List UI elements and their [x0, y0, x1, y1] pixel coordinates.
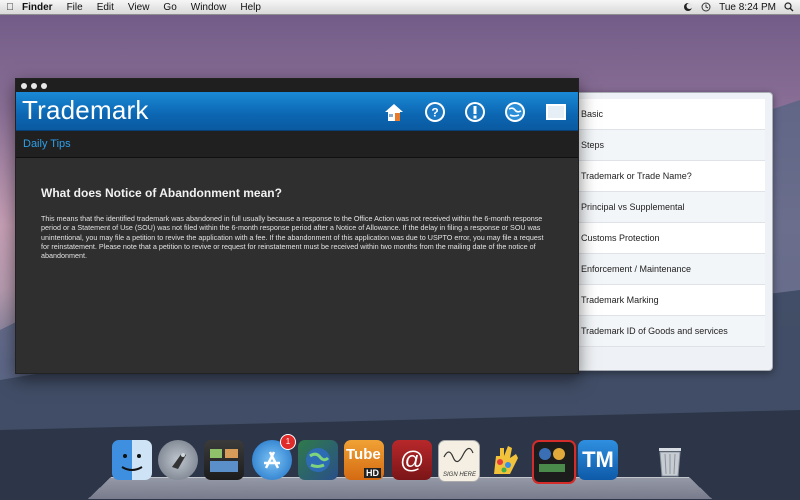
list-item[interactable]: Customs Protection [577, 223, 765, 254]
app-title: Trademark [22, 95, 149, 125]
list-item[interactable]: Trademark Marking [577, 285, 765, 316]
dock: 1 Tube HD @ SIGN HERE TM [0, 434, 800, 500]
tip-content: What does Notice of Abandonment mean? Th… [16, 158, 578, 260]
tip-answer: This means that the identified trademark… [41, 214, 544, 261]
globe-app-icon[interactable] [298, 440, 338, 480]
svg-text:@: @ [400, 447, 424, 474]
section-bar: Daily Tips [16, 131, 578, 158]
paint-hand-icon[interactable] [484, 440, 524, 480]
list-item[interactable]: Steps [577, 130, 765, 161]
menu-help[interactable]: Help [240, 2, 261, 13]
help-icon[interactable]: ? [423, 100, 447, 124]
trash-icon[interactable] [650, 440, 690, 480]
menu-app-name[interactable]: Finder [22, 2, 53, 13]
menu-window[interactable]: Window [191, 2, 227, 13]
trademark-app-icon[interactable]: TM [578, 440, 618, 480]
globe-icon[interactable] [503, 100, 527, 124]
minimize-button[interactable] [31, 82, 37, 89]
tube-hd-icon[interactable]: Tube HD [344, 440, 384, 480]
tm-label: TM [582, 447, 614, 472]
section-title: Daily Tips [23, 138, 71, 150]
spotlight-search-icon[interactable] [784, 2, 794, 12]
tube-hd-label: HD [364, 468, 381, 478]
list-item[interactable]: Trademark ID of Goods and services [577, 316, 765, 347]
close-button[interactable] [21, 82, 27, 89]
topic-list: Basic Steps Trademark or Trade Name? Pri… [577, 99, 765, 347]
menu-clock[interactable]: Tue 8:24 PM [719, 2, 776, 13]
menu-file[interactable]: File [67, 2, 83, 13]
sign-here-label: SIGN HERE [443, 472, 477, 478]
email-app-icon[interactable]: @ [392, 440, 432, 480]
app-header: Trademark ? [16, 92, 578, 131]
sidebar-toggle-icon[interactable] [544, 100, 568, 124]
tube-label: Tube [346, 446, 381, 463]
mission-control-icon[interactable] [204, 440, 244, 480]
menu-view[interactable]: View [128, 2, 150, 13]
zoom-button[interactable] [41, 82, 47, 89]
list-item[interactable]: Principal vs Supplemental [577, 192, 765, 223]
app-store-icon[interactable]: 1 [252, 434, 296, 480]
apple-menu-icon[interactable]:  [0, 2, 20, 13]
time-machine-icon[interactable] [701, 2, 711, 12]
status-moon-icon[interactable] [683, 2, 693, 12]
menu-go[interactable]: Go [163, 2, 176, 13]
trademark-window: Trademark ? Daily Tips What does Notice … [15, 78, 579, 374]
window-titlebar[interactable] [16, 79, 578, 92]
tip-question: What does Notice of Abandonment mean? [41, 186, 282, 200]
list-item[interactable]: Basic [577, 99, 765, 130]
alert-icon[interactable] [463, 100, 487, 124]
svg-text:?: ? [431, 106, 438, 120]
home-icon[interactable] [382, 100, 406, 124]
launchpad-icon[interactable] [158, 440, 198, 480]
dashboard-app-icon[interactable] [532, 440, 576, 484]
signature-app-icon[interactable]: SIGN HERE [438, 440, 480, 482]
list-item[interactable]: Enforcement / Maintenance [577, 254, 765, 285]
list-item[interactable]: Trademark or Trade Name? [577, 161, 765, 192]
menu-bar:  Finder File Edit View Go Window Help T… [0, 0, 800, 15]
update-badge: 1 [280, 434, 296, 450]
topic-list-panel: Basic Steps Trademark or Trade Name? Pri… [568, 92, 773, 371]
menu-edit[interactable]: Edit [97, 2, 114, 13]
finder-icon[interactable] [112, 440, 152, 480]
